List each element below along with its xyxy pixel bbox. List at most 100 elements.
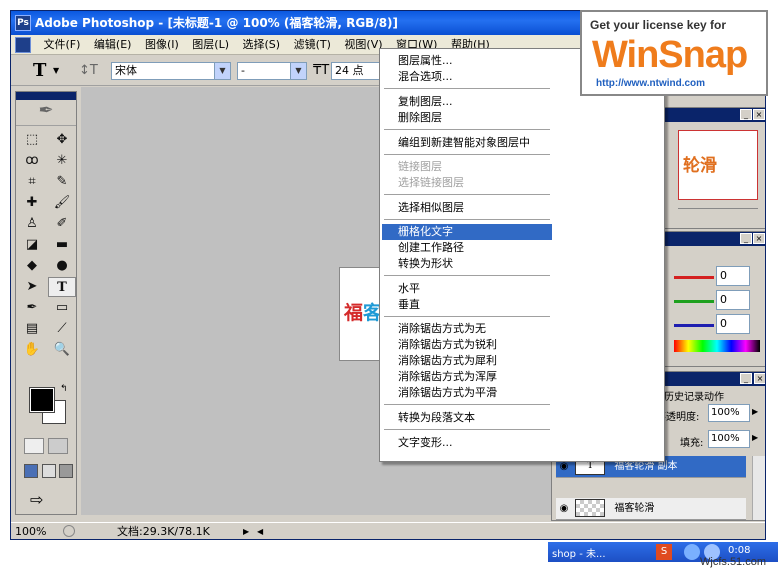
minimize-icon[interactable]: _ [740,109,752,120]
menu-edit[interactable]: 编辑(E) [89,35,137,55]
gradient-tool-icon[interactable]: ▬ [48,235,76,255]
tab-actions[interactable]: 动作 [704,388,724,403]
fill-arrow-icon[interactable]: ▶ [752,433,758,442]
zoom-level[interactable]: 100% [15,523,46,539]
layer-row[interactable]: ◉ 福客轮滑 [556,498,746,520]
menu-item-select-similar-layers[interactable]: 选择相似图层 [382,200,552,216]
opacity-arrow-icon[interactable]: ▶ [752,407,758,416]
path-selection-tool-icon[interactable]: ➤ [18,277,46,297]
taskbar-clock: 0:08 [728,545,751,556]
menu-item-convert-to-shape[interactable]: 转换为形状 [382,256,552,272]
dodge-tool-icon[interactable]: ● [48,256,76,276]
clone-stamp-tool-icon[interactable]: ♙ [18,214,46,234]
status-menu-arrow-icon[interactable]: ▶ [243,523,249,539]
history-brush-tool-icon[interactable]: ✐ [48,214,76,234]
menu-file[interactable]: 文件(F) [39,35,86,55]
orientation-toggle-icon[interactable]: ↕T [79,63,98,78]
menu-item-antialias-smooth[interactable]: 消除锯齿方式为平滑 [382,385,552,401]
menu-item-rasterize-type[interactable]: 栅格化文字 [382,224,552,240]
toolbox-header[interactable] [16,92,76,100]
menu-separator [384,429,550,430]
close-icon[interactable]: × [754,373,765,384]
eyedropper-tool-icon[interactable]: ⟋ [48,319,76,339]
jump-to-imageready-icon[interactable]: ⇨ [30,490,43,509]
menu-item-horizontal[interactable]: 水平 [382,281,552,297]
zoom-tool-icon[interactable]: 🔍 [48,340,76,360]
mask-mode-group [24,438,70,456]
standard-mode-icon[interactable] [24,438,44,454]
layers-scrollbar[interactable] [752,456,765,520]
menu-image[interactable]: 图像(I) [140,35,184,55]
standard-screen-mode-icon[interactable] [24,464,38,478]
menu-item-antialias-none[interactable]: 消除锯齿方式为无 [382,321,552,337]
shape-tool-icon[interactable]: ▭ [48,298,76,318]
pen-tool-icon[interactable]: ✒ [18,298,46,318]
layer-thumbnail [575,499,606,517]
menu-filter[interactable]: 滤镜(T) [289,35,336,55]
app-menu-icon[interactable] [15,37,31,53]
menu-item-antialias-crisp[interactable]: 消除锯齿方式为犀利 [382,353,552,369]
scroll-left-icon[interactable]: ◀ [257,523,263,539]
close-icon[interactable]: × [753,233,765,244]
red-slider[interactable] [674,276,714,279]
feather-logo-icon[interactable]: ✒ [16,100,76,126]
magic-wand-tool-icon[interactable]: ✳ [48,151,76,171]
hand-tool-icon[interactable]: ✋ [18,340,46,360]
tray-s-icon[interactable]: S [656,544,672,560]
move-tool-icon[interactable]: ✥ [48,130,76,150]
eraser-tool-icon[interactable]: ◪ [18,235,46,255]
visibility-eye-icon[interactable]: ◉ [556,498,572,520]
blue-slider[interactable] [674,324,714,327]
navigator-preview[interactable]: 轮滑 [678,130,758,200]
menu-item-delete-layer[interactable]: 删除图层 [382,110,552,126]
foreground-color-swatch[interactable] [29,387,55,413]
status-info-icon[interactable] [63,525,75,537]
marquee-tool-icon[interactable]: ⬚ [18,130,46,150]
crop-tool-icon[interactable]: ⌗ [18,172,46,192]
menu-item-create-work-path[interactable]: 创建工作路径 [382,240,552,256]
slice-tool-icon[interactable]: ✎ [48,172,76,192]
font-family-select[interactable]: 宋体 ▼ [111,62,231,80]
lasso-tool-icon[interactable]: ꝏ [18,151,46,171]
font-style-value: - [241,64,245,77]
fill-input[interactable]: 100% [708,430,750,448]
quick-mask-mode-icon[interactable] [47,438,68,454]
zoom-slider[interactable] [678,208,758,214]
dropdown-arrow-icon[interactable]: ▼ [53,66,59,75]
healing-brush-tool-icon[interactable]: ✚ [18,193,46,213]
green-value-input[interactable]: 0 [716,290,750,310]
color-ramp[interactable] [674,340,760,352]
blue-value-input[interactable]: 0 [716,314,750,334]
notes-tool-icon[interactable]: ▤ [18,319,46,339]
photoshop-app-icon: Ps [15,15,31,31]
full-screen-mode-icon[interactable] [59,464,73,478]
menu-layer[interactable]: 图层(L) [187,35,234,55]
text-tool-preset-icon[interactable]: T [33,60,46,81]
minimize-icon[interactable]: _ [740,233,752,244]
type-tool-icon[interactable]: T [48,277,76,297]
tray-nav-icon[interactable] [684,544,700,560]
menu-select[interactable]: 选择(S) [238,35,286,55]
menu-item-antialias-sharp[interactable]: 消除锯齿方式为锐利 [382,337,552,353]
layer-name: 福客轮滑 副本 [614,461,678,472]
taskbar-app-button[interactable]: shop - 未... [552,545,606,560]
minimize-icon[interactable]: _ [740,373,752,384]
swap-colors-icon[interactable]: ↰ [60,384,68,394]
full-screen-menu-mode-icon[interactable] [41,464,56,478]
menu-item-layer-properties[interactable]: 图层属性... [382,53,552,69]
menu-item-vertical[interactable]: 垂直 [382,297,552,313]
red-value-input[interactable]: 0 [716,266,750,286]
font-style-select[interactable]: - ▼ [237,62,307,80]
green-slider[interactable] [674,300,714,303]
tab-history[interactable]: 历史记录 [664,388,704,403]
menu-item-blending-options[interactable]: 混合选项... [382,69,552,85]
close-icon[interactable]: × [753,109,765,120]
menu-item-group-smart-object[interactable]: 编组到新建智能对象图层中 [382,135,582,151]
brush-tool-icon[interactable]: 🖌 [48,193,76,213]
menu-item-convert-to-paragraph[interactable]: 转换为段落文本 [382,410,552,426]
menu-item-duplicate-layer[interactable]: 复制图层... [382,94,552,110]
menu-item-antialias-strong[interactable]: 消除锯齿方式为浑厚 [382,369,552,385]
blur-tool-icon[interactable]: ◆ [18,256,46,276]
opacity-input[interactable]: 100% [708,404,750,422]
menu-item-warp-text[interactable]: 文字变形... [382,435,552,451]
